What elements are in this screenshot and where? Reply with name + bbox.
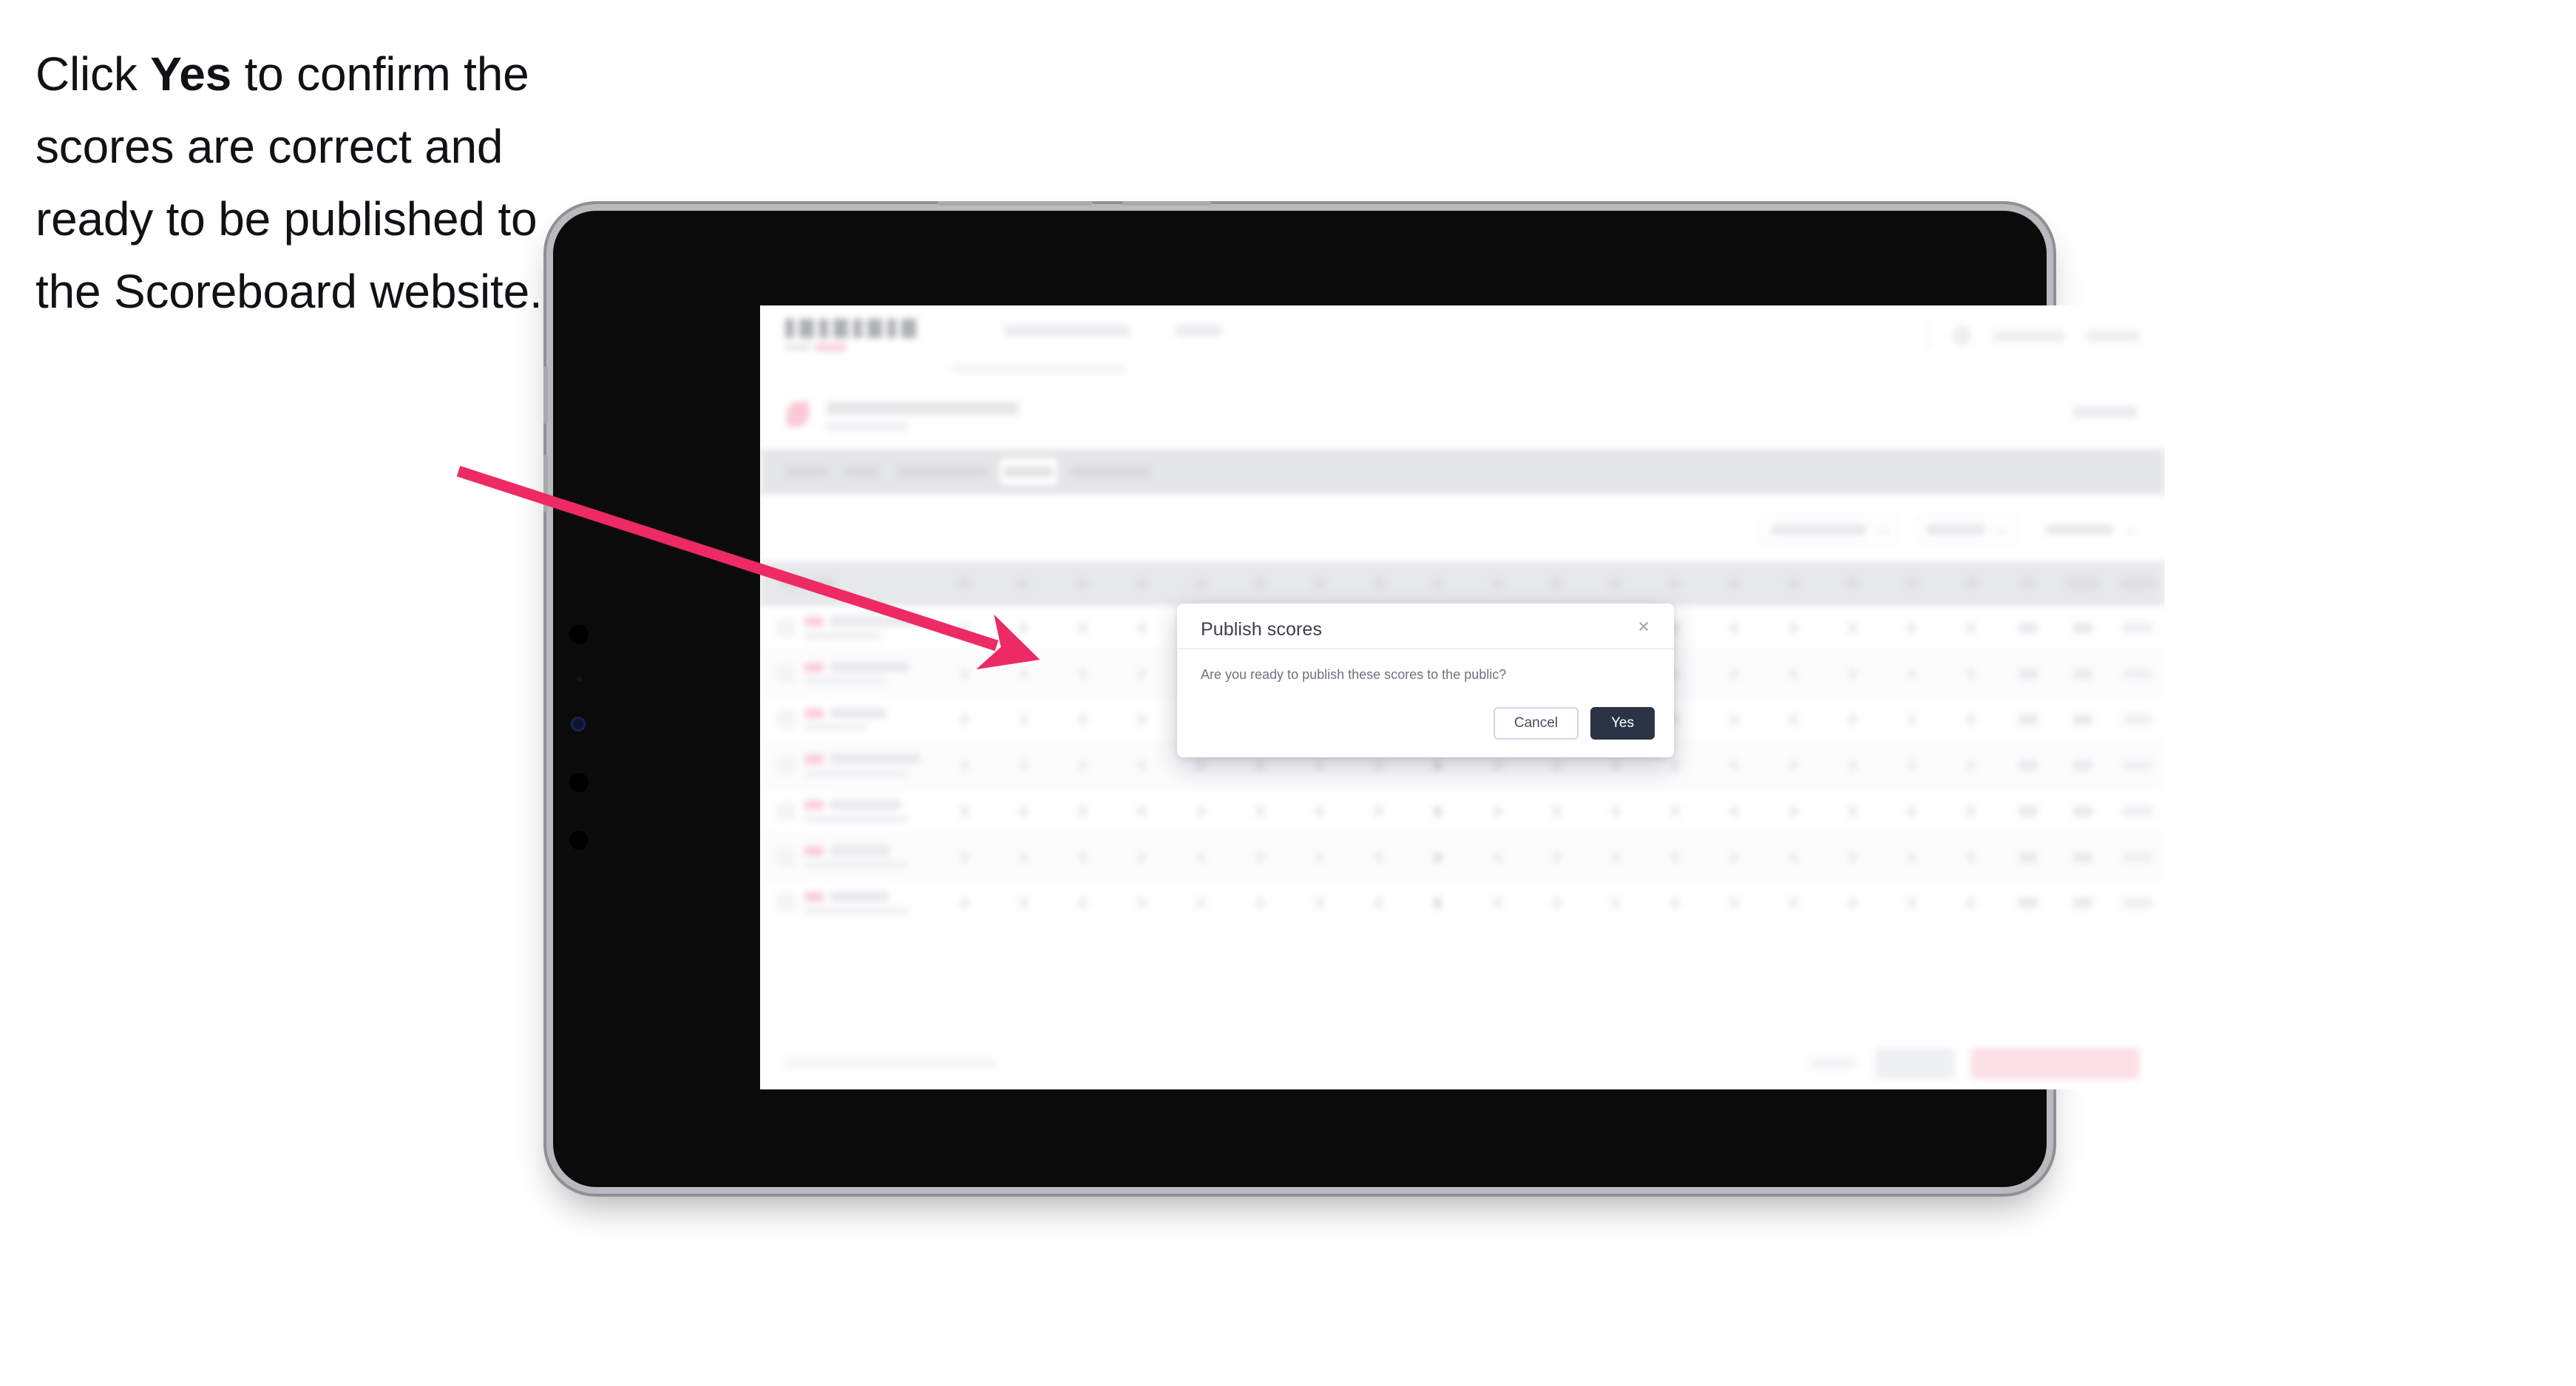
bottom-action-bar	[760, 1036, 2165, 1089]
cancel-button[interactable]: Cancel	[1493, 707, 1579, 740]
column-r1	[2001, 578, 2055, 589]
sensor-dot-icon	[577, 677, 582, 682]
dialog-actions: Cancel Yes	[1493, 707, 1655, 740]
yes-button[interactable]: Yes	[1590, 707, 1655, 740]
speaker-hole-icon	[569, 773, 589, 792]
chevron-down-icon-2	[1996, 524, 2007, 535]
caption-emphasis: Yes	[150, 47, 231, 101]
status-badge	[804, 662, 824, 672]
avatar	[776, 710, 796, 729]
publish-scores-button[interactable]	[1971, 1048, 2140, 1079]
close-icon[interactable]: ×	[1633, 615, 1655, 638]
avatar	[776, 618, 796, 638]
save-button[interactable]	[1875, 1048, 1955, 1079]
column-total	[2055, 578, 2110, 589]
status-badge	[804, 800, 824, 810]
status-badge	[804, 891, 824, 902]
tab-draw[interactable]	[840, 459, 884, 485]
avatar[interactable]	[1952, 326, 1971, 345]
avatar	[776, 848, 796, 867]
dialog-title: Publish scores	[1201, 619, 1322, 640]
chevron-down-icon	[1877, 524, 1889, 535]
tab-scoring-setup[interactable]	[892, 459, 992, 485]
status-badge	[804, 616, 824, 626]
tab-leaderboard[interactable]	[1065, 459, 1156, 485]
primary-nav[interactable]	[1004, 325, 1221, 337]
event-title-row	[760, 385, 2165, 447]
column-score	[2110, 578, 2165, 589]
header-actions[interactable]	[1928, 323, 2140, 348]
screenshot-canvas: Click Yes to confirm the scores are corr…	[0, 0, 2576, 1386]
nav-item-account[interactable]	[2087, 330, 2140, 342]
publish-status-note	[785, 1058, 997, 1069]
speaker-hole-icon-2	[569, 831, 589, 850]
nav-item-help-centre[interactable]	[1993, 330, 2064, 342]
round-select[interactable]	[1915, 514, 2017, 545]
publish-scores-dialog: Publish scores × Are you ready to publis…	[1177, 604, 1674, 757]
event-title	[827, 402, 1019, 432]
cancel-link[interactable]	[1810, 1058, 1856, 1069]
dialog-message: Are you ready to publish these scores to…	[1201, 667, 1507, 682]
nav-item-tournaments	[1004, 325, 1130, 337]
app-header	[760, 305, 2165, 373]
app-logo[interactable]	[785, 319, 916, 351]
status-badge	[804, 754, 824, 764]
nav-item-teams	[1176, 325, 1221, 337]
table-row[interactable]	[760, 789, 2165, 835]
tablet-device: Publish scores × Are you ready to publis…	[543, 201, 2165, 1187]
column-player	[760, 578, 935, 589]
avatar	[776, 893, 796, 913]
table-row[interactable]	[760, 835, 2165, 881]
sort-by-select[interactable]	[2033, 514, 2146, 545]
instruction-caption: Click Yes to confirm the scores are corr…	[35, 38, 597, 328]
table-header	[760, 561, 2165, 606]
chevron-down-icon-3	[2124, 524, 2136, 535]
tab-bar[interactable]	[760, 449, 2165, 495]
nav-active-underline	[951, 365, 1125, 373]
table-row[interactable]	[760, 881, 2165, 927]
dialog-header: Publish scores ×	[1177, 604, 1674, 649]
header-divider	[1928, 323, 1930, 348]
status-badge	[804, 708, 824, 718]
filter-row[interactable]	[1760, 514, 2146, 545]
device-screen: Publish scores × Are you ready to publis…	[760, 305, 2165, 1089]
caption-text-before: Click	[35, 47, 151, 101]
avatar	[776, 664, 796, 683]
device-top-button-secondary	[1122, 201, 1211, 206]
tab-details[interactable]	[781, 459, 833, 485]
front-camera-icon	[569, 625, 589, 644]
tab-results[interactable]	[1000, 459, 1057, 485]
event-logo-icon	[787, 402, 809, 427]
device-top-button	[938, 201, 1093, 206]
avatar	[776, 756, 796, 775]
event-meta	[2073, 406, 2137, 418]
status-badge	[804, 845, 824, 856]
avatar	[776, 802, 796, 821]
lens-icon	[571, 717, 586, 731]
filter-by-round-select[interactable]	[1760, 514, 1899, 545]
